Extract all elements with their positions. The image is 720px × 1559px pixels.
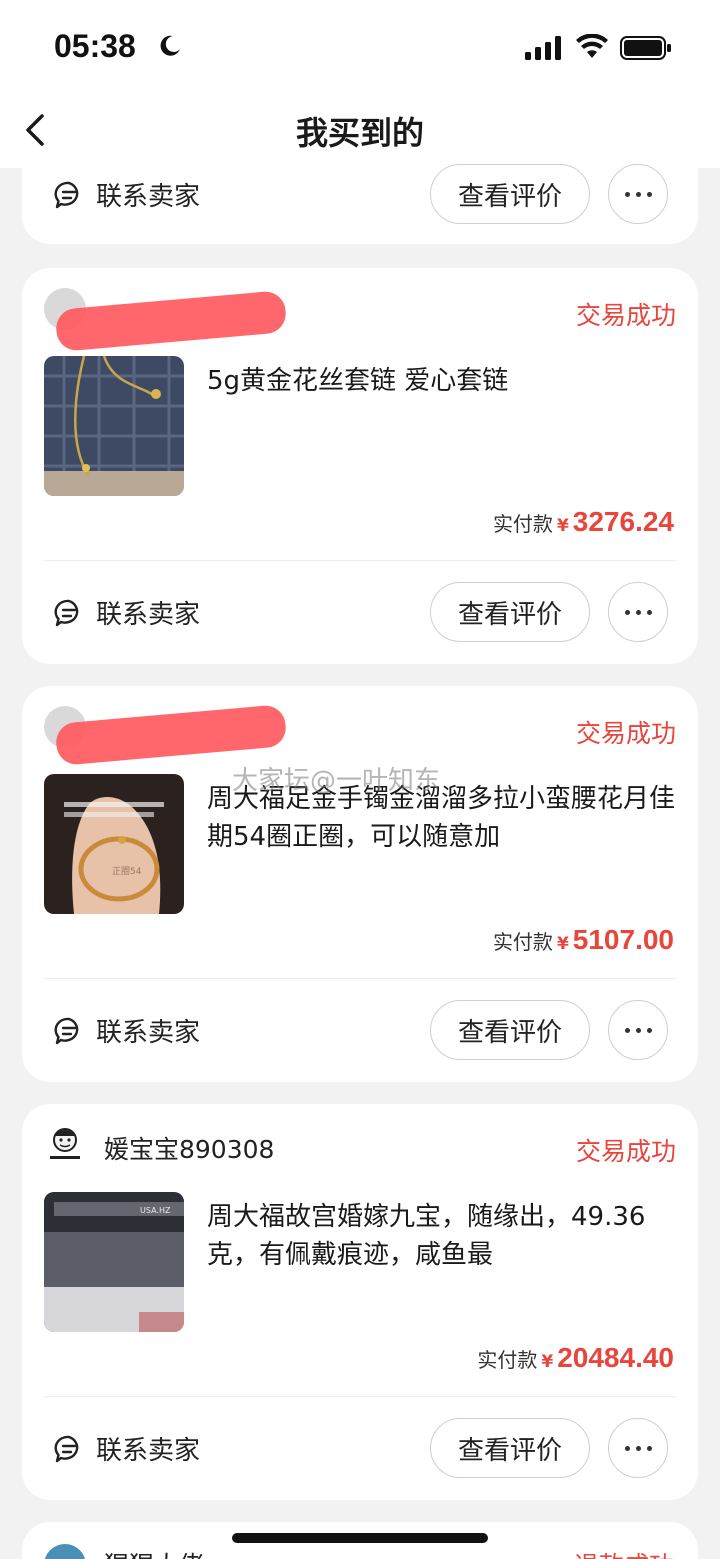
avatar[interactable] <box>44 1544 86 1559</box>
paid-amount-row: 实付款 ¥ 20484.40 <box>477 1342 674 1374</box>
contact-seller-button[interactable]: 联系卖家 <box>54 1012 200 1049</box>
dot <box>635 1027 641 1033</box>
currency-symbol: ¥ <box>556 934 569 954</box>
contact-seller-label: 联系卖家 <box>96 1436 201 1466</box>
product-thumbnail[interactable]: USA.HZ <box>44 1192 184 1332</box>
product-title[interactable]: 5g黄金花丝套链 爱心套链 <box>207 362 677 400</box>
avatar[interactable] <box>44 1124 86 1166</box>
paid-amount: 3276.24 <box>572 506 674 537</box>
thumb-caption: USA.HZ <box>140 1206 171 1215</box>
paid-amount: 5107.00 <box>572 924 674 955</box>
view-review-button[interactable]: 查看评价 <box>430 1000 590 1060</box>
order-card[interactable]: 交易成功 正圈54 周大福足金手镯金溜溜多拉小蛮腰花月佳期54圈正圈，可以随意加… <box>22 686 698 1082</box>
home-indicator[interactable] <box>232 1533 488 1543</box>
dot <box>624 1027 630 1033</box>
currency-symbol: ¥ <box>541 1352 554 1372</box>
dot <box>646 1027 652 1033</box>
thumb-caption: 正圈54 <box>112 866 142 877</box>
wifi-icon <box>576 34 608 58</box>
divider <box>44 1396 676 1397</box>
battery-icon <box>620 36 671 60</box>
divider <box>44 560 676 561</box>
status-bar: 05:38 <box>0 0 720 96</box>
contact-seller-button[interactable]: 联系卖家 <box>54 1430 200 1467</box>
seller-name[interactable]: 媛宝宝890308 <box>104 1130 274 1166</box>
dot <box>646 191 652 197</box>
chat-bubble-icon <box>54 1017 79 1044</box>
chat-bubble-icon <box>54 599 79 626</box>
dot <box>624 191 630 197</box>
dot <box>635 1445 641 1451</box>
order-status: 退款成功 <box>574 1546 674 1559</box>
view-review-button[interactable]: 查看评价 <box>430 582 590 642</box>
jewelry-box-photo: USA.HZ <box>44 1192 184 1332</box>
order-card[interactable]: 媛宝宝890308 交易成功 USA.HZ 周大福故宫婚嫁九宝，随缘出，49.3… <box>22 1104 698 1500</box>
dot <box>624 1445 630 1451</box>
contact-seller-label: 联系卖家 <box>96 182 201 212</box>
chat-bubble-icon <box>54 181 79 208</box>
paid-label: 实付款 <box>477 1348 538 1372</box>
divider <box>44 978 676 979</box>
seller-name[interactable]: 猩猩大佬 <box>104 1546 204 1559</box>
more-options-button[interactable] <box>608 582 668 642</box>
contact-seller-button[interactable]: 联系卖家 <box>54 594 200 631</box>
order-card[interactable]: 交易成功 5g黄金花丝套链 爱心套链 实付款 ¥ 3276.24 联系卖家 查看… <box>22 268 698 664</box>
order-status: 交易成功 <box>575 1137 676 1166</box>
paid-amount-row: 实付款 ¥ 3276.24 <box>493 506 674 538</box>
bangle-photo: 正圈54 <box>44 774 184 914</box>
paid-label: 实付款 <box>492 512 553 536</box>
view-review-button[interactable]: 查看评价 <box>430 1418 590 1478</box>
dot <box>624 609 630 615</box>
seller-row[interactable]: 交易成功 <box>44 288 676 352</box>
product-thumbnail[interactable] <box>44 356 184 496</box>
status-time: 05:38 <box>54 28 136 64</box>
more-options-button[interactable] <box>608 1000 668 1060</box>
chat-bubble-icon <box>54 1435 79 1462</box>
page-title: 我买到的 <box>295 114 424 152</box>
redaction-scribble <box>54 290 288 352</box>
more-options-button[interactable] <box>608 164 668 224</box>
order-status: 交易成功 <box>575 719 676 748</box>
view-review-button[interactable]: 查看评价 <box>430 164 590 224</box>
redaction-scribble <box>54 704 288 766</box>
order-status: 交易成功 <box>575 301 676 330</box>
paid-label: 实付款 <box>492 930 553 954</box>
moon-icon <box>160 35 180 56</box>
product-thumbnail[interactable]: 正圈54 <box>44 774 184 914</box>
dot <box>646 1445 652 1451</box>
paid-amount: 20484.40 <box>557 1342 674 1373</box>
order-actions: 联系卖家 查看评价 <box>22 582 698 644</box>
contact-seller-label: 联系卖家 <box>96 600 201 630</box>
paid-amount-row: 实付款 ¥ 5107.00 <box>493 924 674 956</box>
cellular-signal-icon <box>525 36 561 60</box>
order-actions: 联系卖家 查看评价 <box>22 1000 698 1062</box>
seller-row[interactable]: 媛宝宝890308 交易成功 <box>44 1124 676 1174</box>
product-title[interactable]: 周大福故宫婚嫁九宝，随缘出，49.36克，有佩戴痕迹，咸鱼最 <box>207 1198 677 1274</box>
meme-face-avatar <box>50 1128 80 1159</box>
dot <box>635 191 641 197</box>
contact-seller-button[interactable]: 联系卖家 <box>54 176 200 213</box>
more-options-button[interactable] <box>608 1418 668 1478</box>
necklace-photo <box>44 356 184 496</box>
dot <box>635 609 641 615</box>
dot <box>646 609 652 615</box>
contact-seller-label: 联系卖家 <box>96 1018 201 1048</box>
order-actions: 联系卖家 查看评价 <box>22 164 698 226</box>
order-card-partial-top: 联系卖家 查看评价 <box>22 150 698 244</box>
product-title[interactable]: 周大福足金手镯金溜溜多拉小蛮腰花月佳期54圈正圈，可以随意加 <box>207 780 677 856</box>
currency-symbol: ¥ <box>556 516 569 536</box>
seller-row[interactable]: 交易成功 <box>44 704 676 766</box>
order-actions: 联系卖家 查看评价 <box>22 1418 698 1480</box>
